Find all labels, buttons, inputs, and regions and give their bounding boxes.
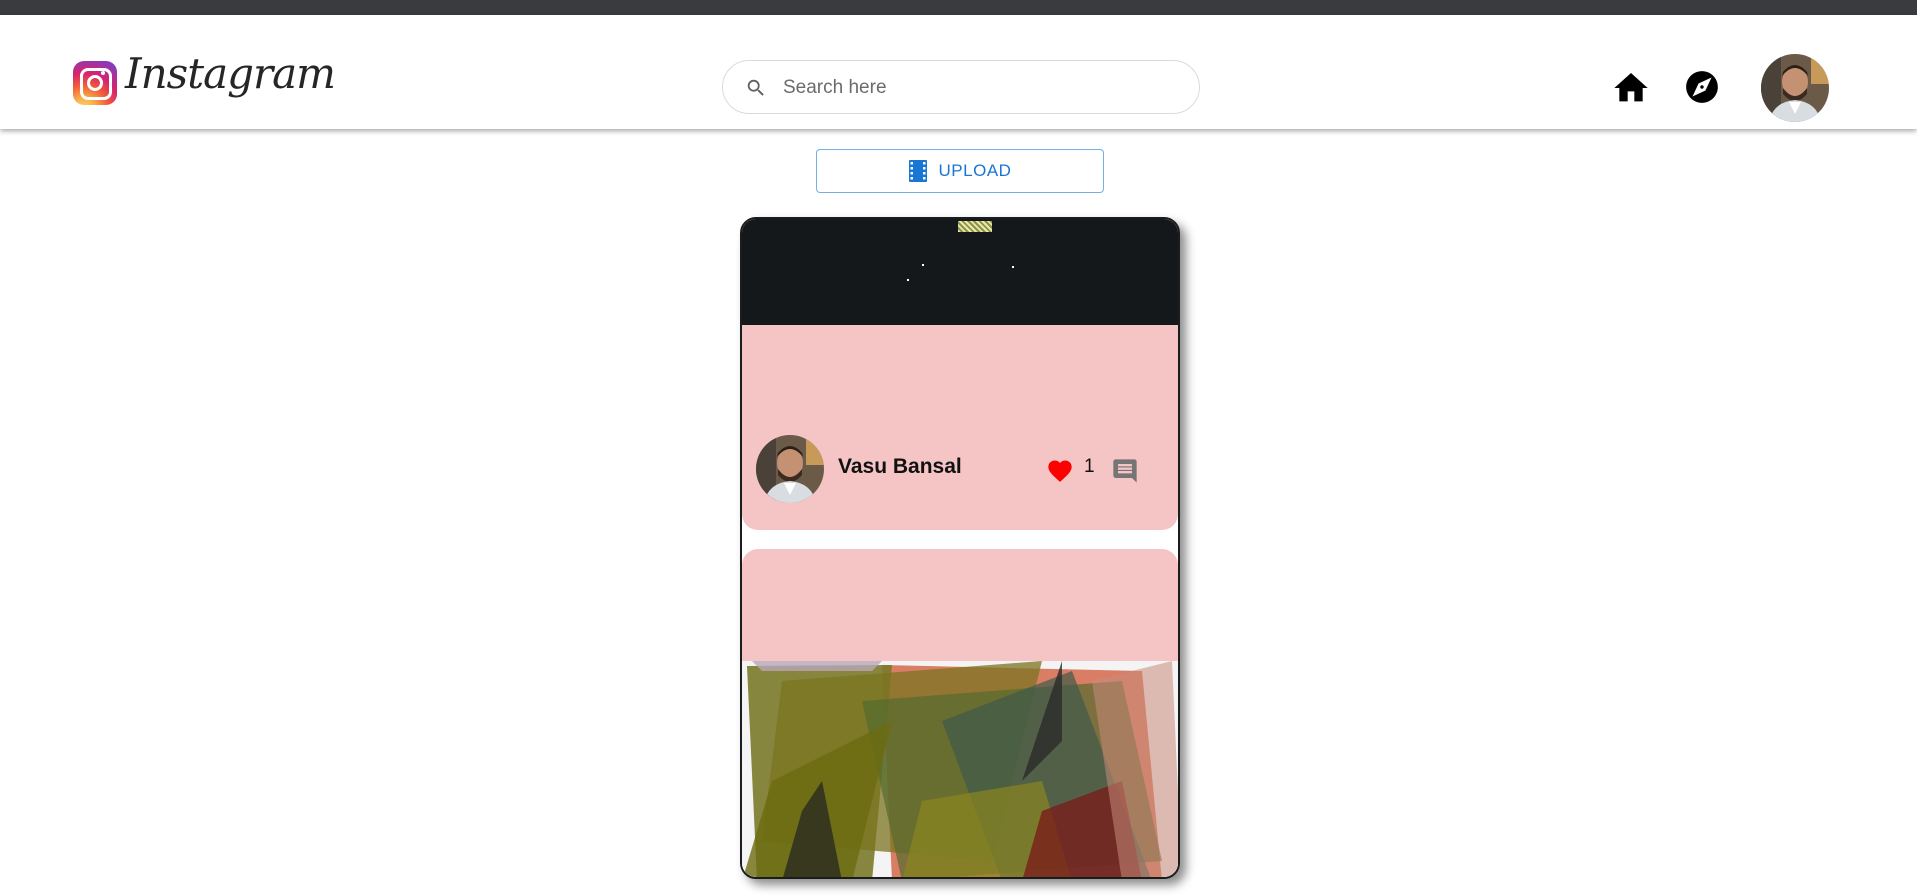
post-username[interactable]: Vasu Bansal <box>838 455 962 479</box>
instagram-logo-icon <box>73 61 117 105</box>
sparkle <box>922 264 924 266</box>
comment-icon[interactable] <box>1111 457 1139 485</box>
search-bar[interactable] <box>722 60 1200 114</box>
search-input[interactable] <box>781 73 1165 103</box>
sparkle <box>1012 266 1014 268</box>
instagram-logo[interactable]: Instagram <box>73 45 336 115</box>
movie-film-icon <box>908 160 927 182</box>
reel-video-area[interactable] <box>742 219 1178 325</box>
sparkle <box>907 279 909 281</box>
post-card: Vasu Bansal 1 <box>742 325 1178 530</box>
like-count: 1 <box>1084 456 1095 477</box>
post-image[interactable] <box>742 661 1178 877</box>
reel-viewer[interactable]: Vasu Bansal 1 <box>740 217 1180 879</box>
post-author-avatar[interactable] <box>756 435 824 503</box>
browser-top-strip <box>0 0 1917 15</box>
search-icon <box>747 79 764 96</box>
navbar: Instagram <box>0 15 1917 129</box>
heart-icon[interactable] <box>1046 457 1074 485</box>
profile-avatar[interactable] <box>1761 54 1829 122</box>
upload-button-label: UPLOAD <box>938 161 1012 180</box>
logo-wordmark: Instagram <box>125 49 336 98</box>
explore-icon[interactable] <box>1683 68 1721 106</box>
next-post-card <box>742 549 1178 661</box>
notch <box>958 221 992 232</box>
home-icon[interactable] <box>1611 68 1651 108</box>
upload-button[interactable]: UPLOAD <box>816 149 1104 193</box>
